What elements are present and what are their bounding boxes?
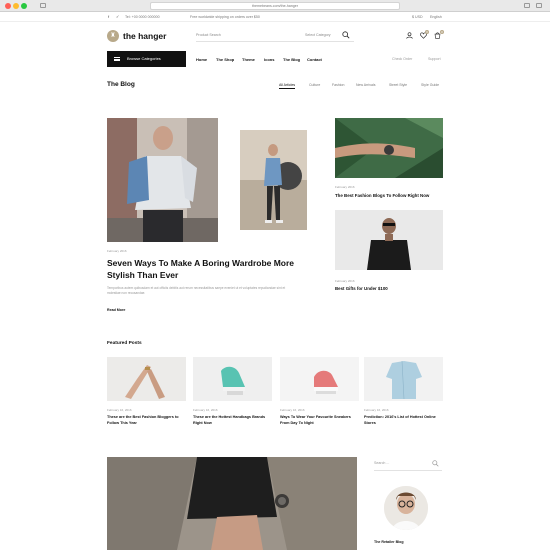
read-more-link[interactable]: Read More [107, 308, 125, 312]
search-underline [196, 41, 354, 42]
support-link[interactable]: Support [428, 57, 441, 61]
author-name: The Retailer Blog [374, 540, 404, 544]
nav-item-icons[interactable]: Icons [264, 57, 274, 62]
featured-post-2-title[interactable]: These are the Hottest Handbags Brands Ri… [193, 415, 273, 426]
maximize-window-button[interactable] [21, 3, 27, 9]
featured-post-3-image[interactable] [280, 357, 359, 401]
browser-chrome: themebeans.com/the-hanger [0, 0, 550, 12]
sidebar-search-underline [374, 470, 442, 471]
search-icon[interactable] [342, 31, 350, 39]
featured-post-1-image[interactable] [107, 357, 186, 401]
sidebar-search-input[interactable]: Search ... [374, 461, 389, 465]
menu-icon [114, 57, 120, 61]
top-bar: f ✓ Tel: +00 0000 000000 Free worldwide … [0, 12, 550, 22]
shipping-text: Free worldwide shipping on orders over $… [190, 15, 260, 19]
side-post-1-headline[interactable]: The Best Fashion Blogs To Follow Right N… [335, 193, 429, 198]
filter-all-articles[interactable]: All Articles [279, 83, 296, 89]
featured-post-1-date: February 16, 2016 [107, 408, 132, 412]
filter-fashion[interactable]: Fashion [332, 83, 344, 87]
filter-culture[interactable]: Culture [309, 83, 320, 87]
filter-style-guide[interactable]: Style Guide [421, 83, 439, 87]
featured-posts-title: Featured Posts [107, 341, 142, 346]
nav-item-theme[interactable]: Theme [242, 57, 255, 62]
filter-new-arrivals[interactable]: New Arrivals [356, 83, 375, 87]
sidebar-toggle-icon[interactable] [40, 3, 46, 8]
tabs-icon[interactable] [536, 3, 542, 8]
main-post-date: February 2016 [107, 249, 127, 253]
nav-item-home[interactable]: Home [196, 57, 207, 62]
featured-post-4-image[interactable] [364, 357, 443, 401]
language-select[interactable]: English [430, 15, 442, 19]
main-post-excerpt: Temporibus autem quibusdam et aut offici… [107, 286, 286, 295]
side-post-1-image[interactable] [335, 118, 443, 178]
page-title: The Blog [107, 81, 135, 88]
search-category-select[interactable]: Select Category [305, 33, 331, 37]
check-order-link[interactable]: Check Order [392, 57, 412, 61]
browse-categories-button[interactable]: Browse Categories [107, 51, 186, 67]
featured-post-3-title[interactable]: Ways To Wear Your Favourite Sneakers Fro… [280, 415, 360, 426]
author-avatar [384, 486, 428, 530]
feature-article-image[interactable] [107, 457, 357, 550]
sidebar-search-icon[interactable] [432, 460, 439, 467]
nav-item-blog[interactable]: The Blog [283, 57, 300, 62]
side-post-2-image[interactable] [335, 210, 443, 270]
logo-text[interactable]: the hanger [123, 31, 166, 41]
user-icon[interactable] [406, 32, 413, 39]
featured-post-4-date: February 16, 2016 [364, 408, 389, 412]
main-post-image[interactable] [107, 118, 218, 242]
side-post-2-headline[interactable]: Best Gifts for Under $100 [335, 286, 388, 291]
cart-count-badge: 0 [440, 30, 444, 34]
wishlist-count-badge: 0 [425, 30, 429, 34]
side-post-1-date: February 2016 [335, 185, 355, 189]
phone-text: Tel: +00 0000 000000 [125, 15, 160, 19]
featured-post-4-title[interactable]: Prediction: 2016's List of Hottest Onlin… [364, 415, 444, 426]
share-icon[interactable] [524, 3, 530, 8]
facebook-icon[interactable]: f [108, 14, 109, 19]
minimize-window-button[interactable] [13, 3, 19, 9]
browse-categories-label: Browse Categories [127, 56, 161, 61]
side-post-2-date: February 2016 [335, 279, 355, 283]
secondary-post-image[interactable] [240, 130, 307, 230]
nav-item-contact[interactable]: Contact [307, 57, 322, 62]
main-post-headline[interactable]: Seven Ways To Make A Boring Wardrobe Mor… [107, 257, 297, 281]
search-input[interactable]: Product Search [196, 33, 221, 37]
currency-select[interactable]: $ USD [412, 15, 423, 19]
featured-post-1-title[interactable]: These are the Best Fashion Bloggers to F… [107, 415, 187, 426]
featured-post-3-date: February 16, 2016 [280, 408, 305, 412]
twitter-icon[interactable]: ✓ [116, 14, 119, 19]
logo-icon[interactable]: ♜ [107, 30, 119, 42]
close-window-button[interactable] [5, 3, 11, 9]
address-bar[interactable]: themebeans.com/the-hanger [150, 2, 400, 10]
featured-post-2-date: February 16, 2016 [193, 408, 218, 412]
filter-street-style[interactable]: Street Style [389, 83, 407, 87]
featured-post-2-image[interactable] [193, 357, 272, 401]
nav-item-shop[interactable]: The Shop [216, 57, 234, 62]
